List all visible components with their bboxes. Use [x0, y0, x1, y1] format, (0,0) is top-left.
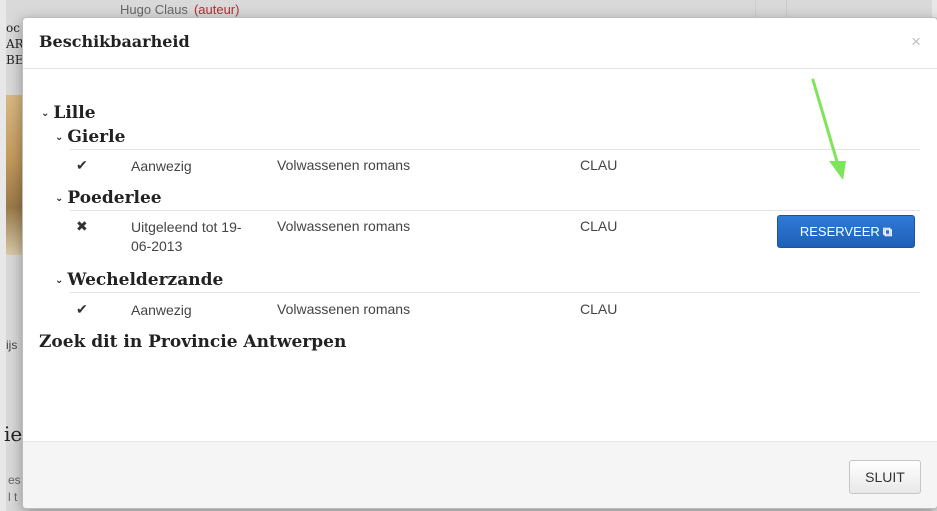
background-author: Hugo Claus (auteur): [120, 2, 240, 17]
modal-footer: SLUIT: [23, 441, 937, 508]
reserve-label: RESERVEER: [799, 224, 880, 239]
modal-body: ⌄ Lille ⌄ Gierle ✔ Aanwezig Volwassenen ro…: [23, 69, 937, 441]
cross-icon: ✖: [76, 218, 88, 234]
branch-name: Wechelderzande: [67, 270, 224, 290]
divider: [70, 292, 920, 293]
category-text: Volwassenen romans: [277, 301, 411, 317]
status-text: Aanwezig: [131, 302, 192, 318]
shelf-code: CLAU: [580, 157, 618, 173]
library-toggle-lille[interactable]: ⌄ Lille: [41, 103, 96, 123]
background-text: l t: [8, 490, 18, 504]
background-text: es: [8, 473, 21, 487]
chevron-down-icon: ⌄: [55, 132, 64, 143]
shelf-code: CLAU: [580, 218, 618, 234]
divider: [70, 210, 920, 211]
availability-modal: Beschikbaarheid × ⌄ Lille ⌄ Gierle ✔ Aanwe…: [22, 17, 937, 509]
divider: [70, 149, 920, 150]
close-button[interactable]: SLUIT: [849, 460, 921, 494]
category-text: Volwassenen romans: [277, 157, 411, 173]
branch-name: Poederlee: [67, 188, 162, 208]
reserve-button[interactable]: RESERVEER ⧉: [777, 215, 915, 248]
status-text: Aanwezig: [131, 158, 192, 174]
branch-toggle-gierle[interactable]: ⌄ Gierle: [55, 127, 125, 147]
chevron-down-icon: ⌄: [55, 193, 64, 204]
category-text: Volwassenen romans: [277, 218, 411, 234]
status-text: Uitgeleend tot 19-06-2013: [131, 219, 242, 254]
check-icon: ✔: [76, 157, 88, 173]
modal-header: Beschikbaarheid ×: [23, 18, 937, 69]
search-province-link[interactable]: Zoek dit in Provincie Antwerpen: [39, 332, 346, 352]
chevron-down-icon: ⌄: [41, 108, 50, 119]
modal-title: Beschikbaarheid: [39, 32, 190, 51]
background-heading: ie: [4, 422, 23, 446]
close-icon[interactable]: ×: [911, 32, 921, 52]
check-icon: ✔: [76, 301, 88, 317]
chevron-down-icon: ⌄: [55, 275, 64, 286]
background-word: ijs: [6, 338, 18, 352]
branch-toggle-poederlee[interactable]: ⌄ Poederlee: [55, 188, 162, 208]
branch-toggle-wechelderzande[interactable]: ⌄ Wechelderzande: [55, 270, 223, 290]
holding-row: ✔ Aanwezig Volwassenen romans CLAU: [70, 301, 920, 321]
shelf-code: CLAU: [580, 301, 618, 317]
library-name: Lille: [53, 103, 96, 123]
branch-name: Gierle: [67, 127, 126, 147]
external-link-icon: ⧉: [882, 224, 893, 239]
holding-row: ✔ Aanwezig Volwassenen romans CLAU: [70, 157, 920, 177]
